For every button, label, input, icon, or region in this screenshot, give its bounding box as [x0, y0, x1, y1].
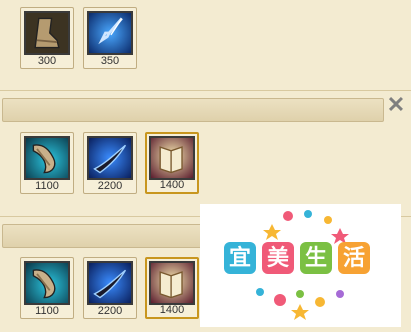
blade-icon [87, 261, 133, 305]
watermark-char: 宜 [224, 242, 256, 274]
watermark-logo: 宜 美 生 活 [200, 204, 401, 327]
item-price: 1400 [159, 304, 185, 316]
item-panel-2: ✕ 1100 2200 1400 [0, 90, 411, 217]
item-panel-1: 300 350 [0, 0, 411, 88]
item-slot-tome[interactable]: 1400 [145, 257, 199, 319]
boots-icon [24, 11, 70, 55]
item-price: 300 [37, 55, 57, 67]
panel-header-bar [2, 98, 384, 122]
item-price: 2200 [97, 305, 123, 317]
tome-icon [149, 136, 195, 180]
close-icon[interactable]: ✕ [386, 94, 406, 116]
tome-icon [149, 261, 195, 305]
watermark-char: 美 [262, 242, 294, 274]
item-slot-blade[interactable]: 2200 [83, 132, 137, 194]
item-slot-tome[interactable]: 1400 [145, 132, 199, 194]
dagger-icon [87, 11, 133, 55]
item-slot-boots[interactable]: 1100 [20, 132, 74, 194]
blade-icon [87, 136, 133, 180]
item-slot-dagger[interactable]: 350 [83, 7, 137, 69]
item-price: 1100 [35, 180, 59, 192]
item-price: 1400 [159, 179, 185, 191]
watermark-char: 活 [338, 242, 370, 274]
item-slot-boots[interactable]: 1100 [20, 257, 74, 319]
boots-icon [24, 261, 70, 305]
item-price: 350 [100, 55, 120, 67]
item-price: 2200 [97, 180, 123, 192]
item-slot-boots[interactable]: 300 [20, 7, 74, 69]
boots-icon [24, 136, 70, 180]
item-price: 1100 [35, 305, 59, 317]
watermark-char: 生 [300, 242, 332, 274]
item-slot-blade[interactable]: 2200 [83, 257, 137, 319]
